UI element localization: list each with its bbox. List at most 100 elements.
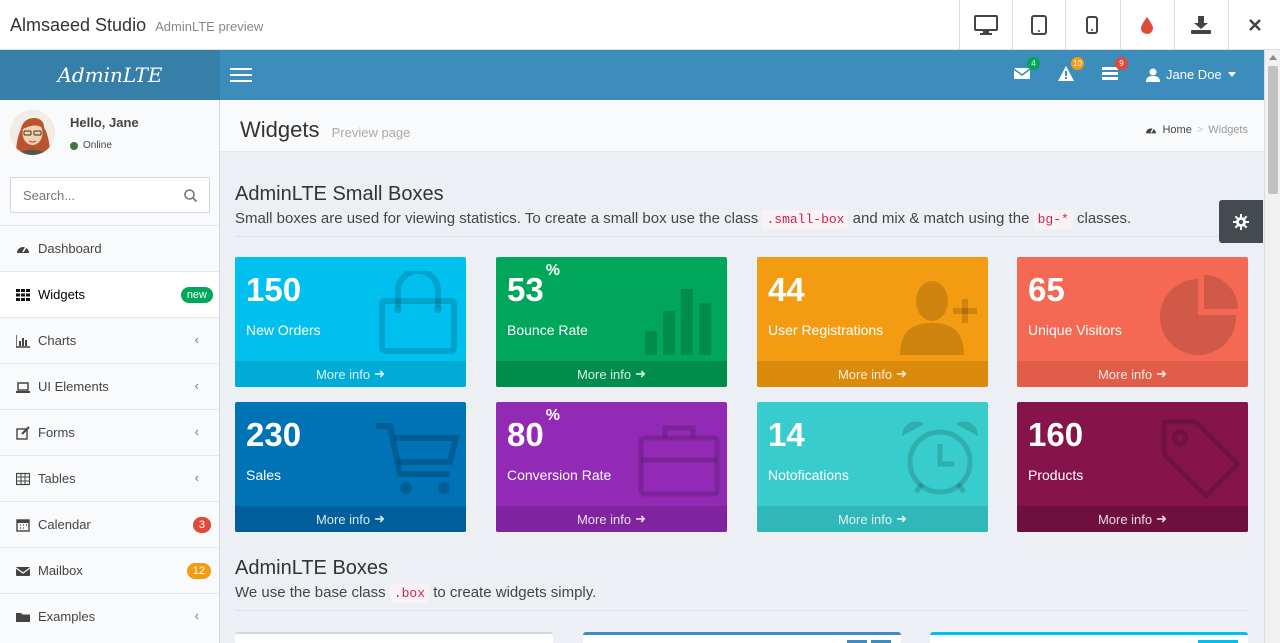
color-scheme-button[interactable] — [1120, 0, 1173, 50]
envelope-icon — [16, 564, 30, 578]
page-subtitle: Preview page — [331, 125, 411, 140]
close-icon — [1249, 19, 1261, 31]
desc-text: to create widgets simply. — [433, 584, 597, 601]
edit-icon — [16, 425, 30, 440]
content-header: Widgets Preview page Home > Widgets — [220, 100, 1264, 152]
arrow-circle-right-icon: ➜ — [374, 366, 386, 381]
more-info-link[interactable]: More info ➜ — [235, 361, 466, 387]
bar-chart-icon — [645, 289, 711, 355]
preview-bar: Almsaeed Studio AdminLTE preview — [0, 0, 1280, 50]
shopping-cart-icon — [376, 423, 460, 494]
code-small-box: .small-box — [762, 210, 849, 229]
chevron-left-icon: ‹ — [194, 378, 199, 393]
small-box-value: 65 — [1028, 271, 1065, 308]
sidebar-item-widgets[interactable]: Widgets new — [0, 271, 219, 317]
sidebar-item-label: Charts — [38, 333, 77, 348]
sidebar-item-tables[interactable]: Tables ‹ — [0, 455, 219, 501]
desc-text: and mix & match using the — [852, 210, 1030, 227]
sidebar-item-mailbox[interactable]: Mailbox 12 — [0, 547, 219, 593]
small-box-sales: 230 Sales More info ➜ — [235, 402, 466, 532]
desc-text: We use the base class — [235, 584, 386, 601]
online-status: Online — [70, 140, 112, 151]
more-info-link[interactable]: More info ➜ — [1017, 506, 1248, 532]
more-info-link[interactable]: More info ➜ — [496, 506, 727, 532]
arrow-circle-right-icon: ➜ — [635, 366, 647, 381]
mobile-icon — [1086, 16, 1098, 34]
app-logo[interactable]: AdminLTE — [0, 50, 220, 100]
th-icon — [16, 288, 30, 302]
download-icon — [1191, 16, 1211, 34]
small-boxes-description: Small boxes are used for viewing statist… — [235, 210, 1131, 229]
messages-button[interactable]: 4 — [1013, 57, 1040, 84]
arrow-circle-right-icon: ➜ — [896, 366, 908, 381]
sidebar-item-examples[interactable]: Examples ‹ — [0, 593, 219, 639]
tasks-icon — [1102, 67, 1118, 80]
section-divider — [235, 236, 1248, 237]
search-input[interactable] — [11, 178, 171, 212]
sidebar-item-label: Widgets — [38, 287, 85, 302]
caret-down-icon — [1227, 72, 1236, 77]
mobile-view-button[interactable] — [1065, 0, 1118, 50]
new-badge: new — [180, 287, 213, 303]
small-box-label: Unique Visitors — [1028, 322, 1122, 338]
search-icon[interactable] — [184, 189, 197, 202]
desktop-view-button[interactable] — [959, 0, 1012, 50]
small-box-label: Products — [1028, 467, 1084, 483]
section-divider — [235, 610, 1248, 611]
more-info-link[interactable]: More info ➜ — [496, 361, 727, 387]
more-info-label: More info — [1097, 511, 1153, 527]
sidebar-toggle-button[interactable] — [230, 65, 254, 85]
arrow-circle-right-icon: ➜ — [896, 511, 908, 526]
page-title: Widgets Preview page — [240, 117, 410, 143]
table-icon — [16, 472, 30, 486]
sidebar-item-dashboard[interactable]: Dashboard — [0, 225, 219, 271]
calendar-badge: 3 — [192, 517, 211, 533]
more-info-label: More info — [837, 511, 893, 527]
tablet-view-button[interactable] — [1012, 0, 1065, 50]
briefcase-icon — [638, 425, 720, 497]
small-box-label: Conversion Rate — [507, 467, 612, 483]
chevron-left-icon: ‹ — [194, 424, 199, 439]
avatar — [10, 110, 55, 155]
page-scrollbar[interactable] — [1264, 50, 1280, 643]
sidebar: Hello, Jane Online Dashboard Widgets new… — [0, 100, 220, 643]
scroll-thumb[interactable] — [1268, 66, 1278, 194]
settings-button[interactable] — [1219, 200, 1263, 243]
sidebar-item-forms[interactable]: Forms ‹ — [0, 409, 219, 455]
sidebar-item-ui-elements[interactable]: UI Elements ‹ — [0, 363, 219, 409]
small-box-value: 150 — [246, 271, 302, 308]
small-box-bounce-rate: 53% Bounce Rate More info ➜ — [496, 257, 727, 387]
breadcrumb-home-link[interactable]: Home — [1162, 124, 1191, 136]
calendar-icon — [16, 518, 30, 532]
small-box-value: 14 — [768, 416, 805, 453]
more-info-link[interactable]: More info ➜ — [757, 506, 988, 532]
preview-subtitle: AdminLTE preview — [155, 19, 264, 34]
more-info-link[interactable]: More info ➜ — [235, 506, 466, 532]
page-title-text: Widgets — [240, 117, 320, 142]
folder-icon — [16, 610, 30, 624]
small-box-label: User Registrations — [768, 322, 884, 338]
more-info-link[interactable]: More info ➜ — [757, 361, 988, 387]
scroll-up-arrow-icon[interactable] — [1269, 55, 1277, 60]
tasks-button[interactable]: 9 — [1102, 57, 1128, 84]
more-info-label: More info — [837, 366, 893, 382]
small-box-label: New Orders — [246, 322, 321, 338]
close-preview-button[interactable] — [1228, 0, 1280, 50]
boxes-description: We use the base class .box to create wid… — [235, 584, 597, 603]
small-box-value: 53% — [507, 262, 560, 308]
sidebar-item-calendar[interactable]: Calendar 3 — [0, 501, 219, 547]
small-box-value: 80% — [507, 407, 560, 453]
arrow-circle-right-icon: ➜ — [1156, 366, 1168, 381]
desktop-icon — [974, 15, 998, 35]
small-box-conversion-rate: 80% Conversion Rate More info ➜ — [496, 402, 727, 532]
arrow-circle-right-icon: ➜ — [635, 511, 647, 526]
notifications-button[interactable]: 10 — [1058, 57, 1084, 84]
bar-chart-icon — [16, 334, 30, 348]
small-box-products: 160 Products More info ➜ — [1017, 402, 1248, 532]
laptop-icon — [16, 380, 30, 394]
download-button[interactable] — [1174, 0, 1227, 50]
more-info-label: More info — [576, 366, 632, 382]
user-menu-button[interactable]: Jane Doe — [1146, 67, 1236, 82]
sidebar-item-charts[interactable]: Charts ‹ — [0, 317, 219, 363]
more-info-link[interactable]: More info ➜ — [1017, 361, 1248, 387]
